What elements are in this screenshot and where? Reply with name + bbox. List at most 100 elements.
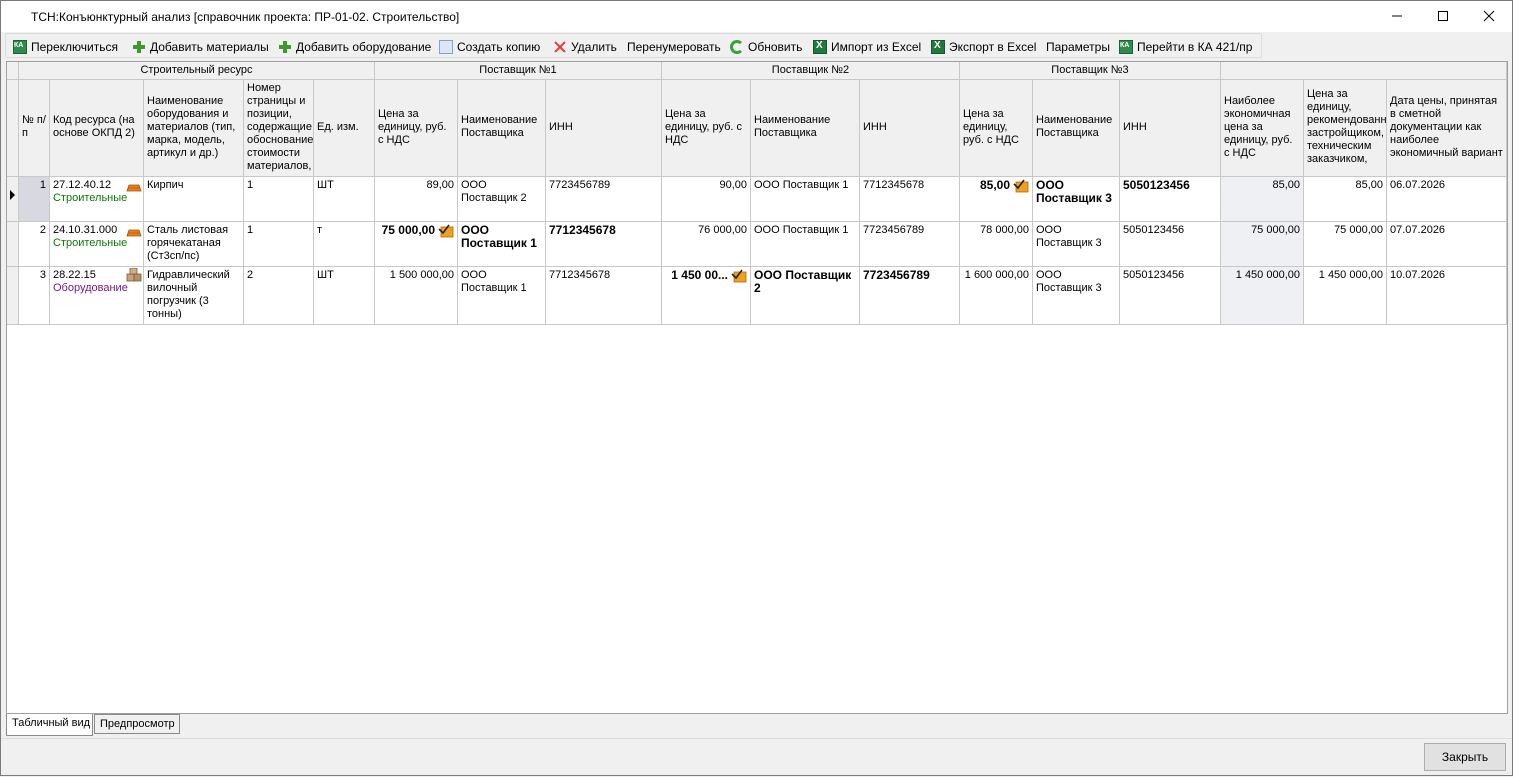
cell-price2[interactable]: 90,00 xyxy=(662,177,751,222)
cell-unit[interactable]: т xyxy=(314,222,375,267)
goto-ka-button[interactable]: Перейти в КА 421/пр xyxy=(1119,38,1252,55)
close-window-button[interactable] xyxy=(1466,1,1512,31)
cell-price2[interactable]: 1 450 00... xyxy=(662,267,751,325)
col-page[interactable]: Номер страницы и позиции, содержащие обо… xyxy=(244,80,314,177)
cell-num[interactable]: 2 xyxy=(19,222,50,267)
cell-inn2[interactable]: 7712345678 xyxy=(860,177,960,222)
params-button[interactable]: Параметры xyxy=(1046,38,1110,55)
cell-sname2[interactable]: ООО Поставщик 1 xyxy=(751,222,860,267)
cell-sname2[interactable]: ООО Поставщик 1 xyxy=(751,177,860,222)
cell-price2[interactable]: 76 000,00 xyxy=(662,222,751,267)
cell-name[interactable]: Сталь листовая горячекатаная (Ст3сп/пс) xyxy=(144,222,244,267)
row-indicator[interactable] xyxy=(7,222,19,267)
col-inn-2[interactable]: ИНН xyxy=(860,80,960,177)
cell-price3[interactable]: 1 600 000,00 xyxy=(960,267,1033,325)
col-inn-1[interactable]: ИНН xyxy=(546,80,662,177)
col-price-1[interactable]: Цена за единицу, руб. с НДС xyxy=(375,80,458,177)
cell-date[interactable]: 10.07.2026 xyxy=(1387,267,1507,325)
cell-price1[interactable]: 75 000,00 xyxy=(375,222,458,267)
cell-name[interactable]: Кирпич xyxy=(144,177,244,222)
cell-inn3[interactable]: 5050123456 xyxy=(1120,267,1221,325)
cell-inn3[interactable]: 5050123456 xyxy=(1120,177,1221,222)
row-indicator[interactable] xyxy=(7,267,19,325)
cell-num[interactable]: 3 xyxy=(19,267,50,325)
cell-text: 90,00 xyxy=(719,179,747,191)
ka-icon xyxy=(1119,39,1133,54)
add-materials-button[interactable]: Добавить материалы xyxy=(132,38,269,55)
cell-text: 10.07.2026 xyxy=(1390,269,1446,281)
col-supplier-name-1[interactable]: Наименование Поставщика xyxy=(458,80,546,177)
cell-name[interactable]: Гидравлический вилочный погрузчик (3 тон… xyxy=(144,267,244,325)
col-price-3[interactable]: Цена за единицу, руб. с НДС xyxy=(960,80,1033,177)
renumber-button[interactable]: Перенумеровать xyxy=(627,38,721,55)
import-excel-button[interactable]: Импорт из Excel xyxy=(813,38,921,55)
col-price-2[interactable]: Цена за единицу, руб. с НДС xyxy=(662,80,751,177)
cell-price1[interactable]: 89,00 xyxy=(375,177,458,222)
export-excel-button[interactable]: Экспорт в Excel xyxy=(931,38,1036,55)
tab-table-view[interactable]: Табличный вид xyxy=(6,714,93,736)
group-empty xyxy=(1221,62,1507,80)
maximize-button[interactable] xyxy=(1420,1,1466,31)
cell-recommended[interactable]: 75 000,00 xyxy=(1304,222,1387,267)
switch-button[interactable]: Переключиться xyxy=(13,38,118,55)
cell-best[interactable]: 75 000,00 xyxy=(1221,222,1304,267)
cell-text: 7723456789 xyxy=(863,268,930,282)
cell-sname3[interactable]: ООО Поставщик 3 xyxy=(1033,177,1120,222)
close-button[interactable]: Закрыть xyxy=(1424,743,1506,771)
cell-price3[interactable]: 78 000,00 xyxy=(960,222,1033,267)
col-num[interactable]: № п/п xyxy=(19,80,50,177)
col-supplier-name-3[interactable]: Наименование Поставщика xyxy=(1033,80,1120,177)
cell-num[interactable]: 1 xyxy=(19,177,50,222)
cell-recommended[interactable]: 85,00 xyxy=(1304,177,1387,222)
cell-page[interactable]: 2 xyxy=(244,267,314,325)
cell-page[interactable]: 1 xyxy=(244,222,314,267)
cell-unit[interactable]: ШТ xyxy=(314,267,375,325)
cell-sname1[interactable]: ООО Поставщик 1 xyxy=(458,222,546,267)
cell-text: ООО Поставщик 1 xyxy=(754,224,849,236)
cell-sname1[interactable]: ООО Поставщик 1 xyxy=(458,267,546,325)
delete-button[interactable]: Удалить xyxy=(553,38,617,55)
cell-page[interactable]: 1 xyxy=(244,177,314,222)
cell-sname2[interactable]: ООО Поставщик 2 xyxy=(751,267,860,325)
cell-best[interactable]: 1 450 000,00 xyxy=(1221,267,1304,325)
cell-text: Сталь листовая горячекатаная (Ст3сп/пс) xyxy=(147,224,229,262)
cell-text: 1 500 000,00 xyxy=(389,269,454,281)
col-best-price[interactable]: Наиболее экономичная цена за единицу, ру… xyxy=(1221,80,1304,177)
cell-price3[interactable]: 85,00 xyxy=(960,177,1033,222)
cell-sname3[interactable]: ООО Поставщик 3 xyxy=(1033,267,1120,325)
cell-code[interactable]: 24.10.31.000 Строительные xyxy=(50,222,144,267)
cell-sname3[interactable]: ООО Поставщик 3 xyxy=(1033,222,1120,267)
col-name[interactable]: Наименование оборудования и материалов (… xyxy=(144,80,244,177)
cell-recommended[interactable]: 1 450 000,00 xyxy=(1304,267,1387,325)
cell-inn3[interactable]: 5050123456 xyxy=(1120,222,1221,267)
cell-text: 75 000,00 xyxy=(1334,224,1383,236)
col-recommended-price[interactable]: Цена за единицу, рекомендованн застройщи… xyxy=(1304,80,1387,177)
col-supplier-name-2[interactable]: Наименование Поставщика xyxy=(751,80,860,177)
cell-code[interactable]: 27.12.40.12 Строительные xyxy=(50,177,144,222)
cell-inn2[interactable]: 7723456789 xyxy=(860,222,960,267)
cell-price1[interactable]: 1 500 000,00 xyxy=(375,267,458,325)
refresh-button[interactable]: Обновить xyxy=(730,38,802,55)
col-unit[interactable]: Ед. изм. xyxy=(314,80,375,177)
minimize-button[interactable] xyxy=(1374,1,1420,31)
cell-inn1[interactable]: 7712345678 xyxy=(546,222,662,267)
col-price-date[interactable]: Дата цены, принятая в сметной документац… xyxy=(1387,80,1507,177)
cell-unit[interactable]: ШТ xyxy=(314,177,375,222)
group-supplier-2: Поставщик №2 xyxy=(662,62,960,80)
col-inn-3[interactable]: ИНН xyxy=(1120,80,1221,177)
cell-best[interactable]: 85,00 xyxy=(1221,177,1304,222)
col-code[interactable]: Код ресурса (на основе ОКПД 2) xyxy=(50,80,144,177)
cell-inn1[interactable]: 7723456789 xyxy=(546,177,662,222)
cell-date[interactable]: 06.07.2026 xyxy=(1387,177,1507,222)
copy-button[interactable]: Создать копию xyxy=(439,38,540,55)
row-indicator[interactable] xyxy=(7,177,19,222)
cell-code[interactable]: 28.22.15 Оборудование xyxy=(50,267,144,325)
cell-sname1[interactable]: ООО Поставщик 2 xyxy=(458,177,546,222)
cell-date[interactable]: 07.07.2026 xyxy=(1387,222,1507,267)
add-equipment-button[interactable]: Добавить оборудование xyxy=(278,38,431,55)
tab-preview[interactable]: Предпросмотр xyxy=(94,714,180,734)
cell-text: 1 xyxy=(247,179,254,191)
cell-text: ШТ xyxy=(317,269,334,281)
cell-inn2[interactable]: 7723456789 xyxy=(860,267,960,325)
cell-inn1[interactable]: 7712345678 xyxy=(546,267,662,325)
